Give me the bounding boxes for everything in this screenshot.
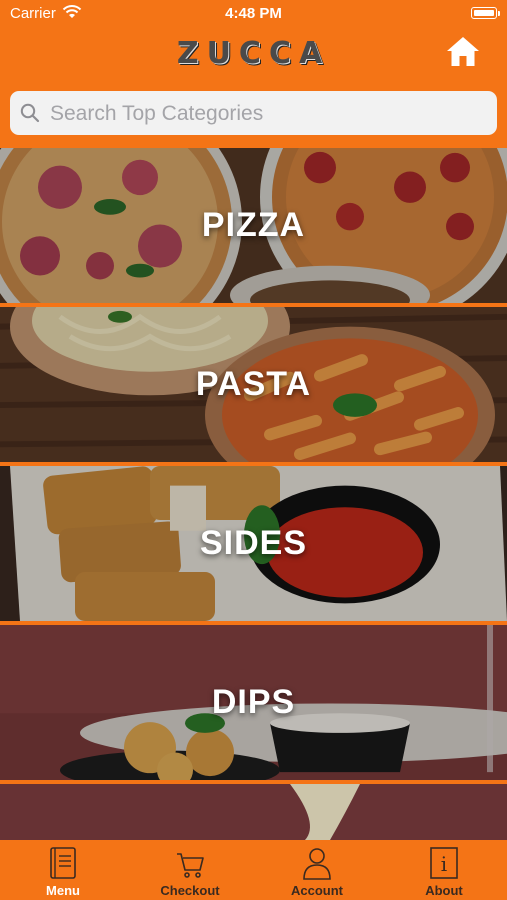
category-tile-sides[interactable]: SIDES: [0, 466, 507, 621]
header: ZUCCA: [0, 28, 507, 80]
category-label: SIDES: [199, 524, 308, 562]
category-tile-more[interactable]: [0, 784, 507, 840]
category-label: PASTA: [195, 365, 312, 403]
search-input[interactable]: [48, 91, 492, 137]
tab-label: Account: [291, 883, 343, 898]
tab-account[interactable]: Account: [254, 840, 380, 900]
svg-text:i: i: [441, 852, 447, 876]
category-image: [0, 784, 507, 840]
search-icon: [20, 103, 40, 123]
tab-about[interactable]: i About: [381, 840, 507, 900]
tab-label: Menu: [46, 883, 80, 898]
category-tile-dips[interactable]: DIPS: [0, 625, 507, 780]
app-logo: ZUCCA: [176, 36, 331, 71]
category-list[interactable]: PIZZA PASTA SIDES DIPS: [0, 148, 507, 840]
menu-book-icon: [50, 847, 76, 879]
info-icon: i: [430, 847, 458, 879]
home-icon[interactable]: [445, 34, 481, 70]
category-label: PIZZA: [201, 206, 306, 244]
battery-icon: [471, 7, 500, 19]
status-bar: Carrier 4:48 PM: [0, 0, 507, 28]
category-tile-pizza[interactable]: PIZZA: [0, 148, 507, 303]
tab-label: Checkout: [160, 883, 220, 898]
category-label: DIPS: [211, 683, 296, 721]
tab-bar: Menu Checkout Account i About: [0, 840, 507, 900]
search-bar[interactable]: [10, 91, 497, 137]
clock: 4:48 PM: [225, 5, 282, 22]
cart-icon: [177, 853, 204, 878]
tab-menu[interactable]: Menu: [0, 840, 126, 900]
account-icon: [303, 848, 331, 880]
tab-checkout[interactable]: Checkout: [127, 840, 253, 900]
category-tile-pasta[interactable]: PASTA: [0, 307, 507, 462]
tab-label: About: [425, 883, 463, 898]
